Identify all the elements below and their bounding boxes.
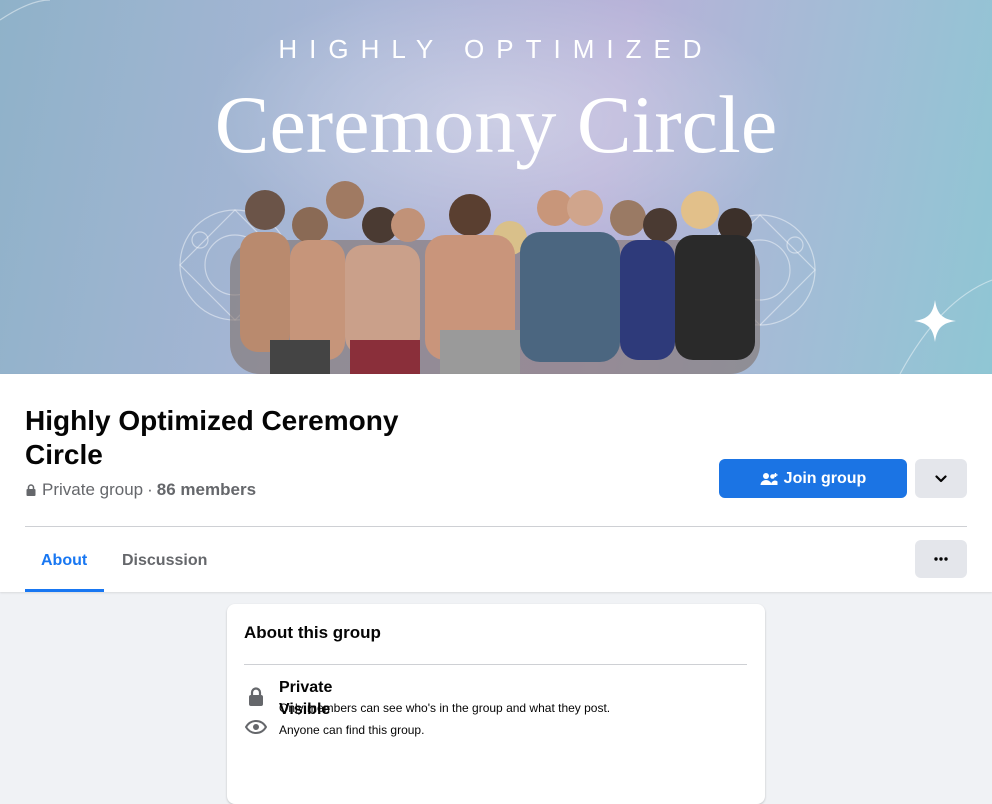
group-cover-photo[interactable]: HIGHLY OPTIMIZED Ceremony Circle (0, 0, 992, 374)
visibility-title: Visible (279, 701, 331, 718)
join-group-label: Join group (783, 469, 867, 487)
chevron-down-icon (935, 474, 947, 482)
meta-separator: · (147, 480, 153, 499)
lock-icon (249, 687, 263, 706)
people-icon (760, 472, 778, 485)
cover-kicker-text: HIGHLY OPTIMIZED (278, 34, 714, 64)
tab-discussion-label: Discussion (122, 552, 208, 569)
cover-title-text: Ceremony Circle (214, 79, 778, 170)
visibility-description: Anyone can find this group. (279, 723, 425, 737)
member-count[interactable]: 86 members (157, 480, 256, 500)
about-card-divider (244, 664, 747, 665)
about-card: About this group Private Only members ca… (227, 604, 765, 804)
group-name[interactable]: Highly Optimized Ceremony Circle (25, 404, 465, 472)
group-header: Highly Optimized Ceremony Circle Private… (0, 374, 992, 592)
privacy-title: Private (279, 679, 333, 696)
tab-about-label: About (41, 552, 88, 569)
more-actions-button[interactable] (915, 540, 967, 578)
eye-icon (245, 720, 267, 734)
eye-icon-wrapper (244, 715, 268, 739)
about-card-title: About this group (244, 623, 381, 642)
tab-about[interactable]: About (25, 540, 104, 592)
join-group-button[interactable]: Join group (719, 459, 907, 498)
lock-icon-wrapper (244, 685, 268, 709)
active-tab-indicator (25, 589, 104, 592)
lock-icon (26, 484, 36, 496)
more-options-dropdown-button[interactable] (915, 459, 967, 498)
header-divider (25, 526, 967, 527)
group-privacy[interactable]: Private group (42, 480, 143, 500)
ellipsis-icon (934, 557, 948, 561)
tab-discussion[interactable]: Discussion (106, 540, 223, 592)
group-meta: Private group · 86 members (25, 480, 256, 500)
sparkle-icon (914, 300, 956, 342)
